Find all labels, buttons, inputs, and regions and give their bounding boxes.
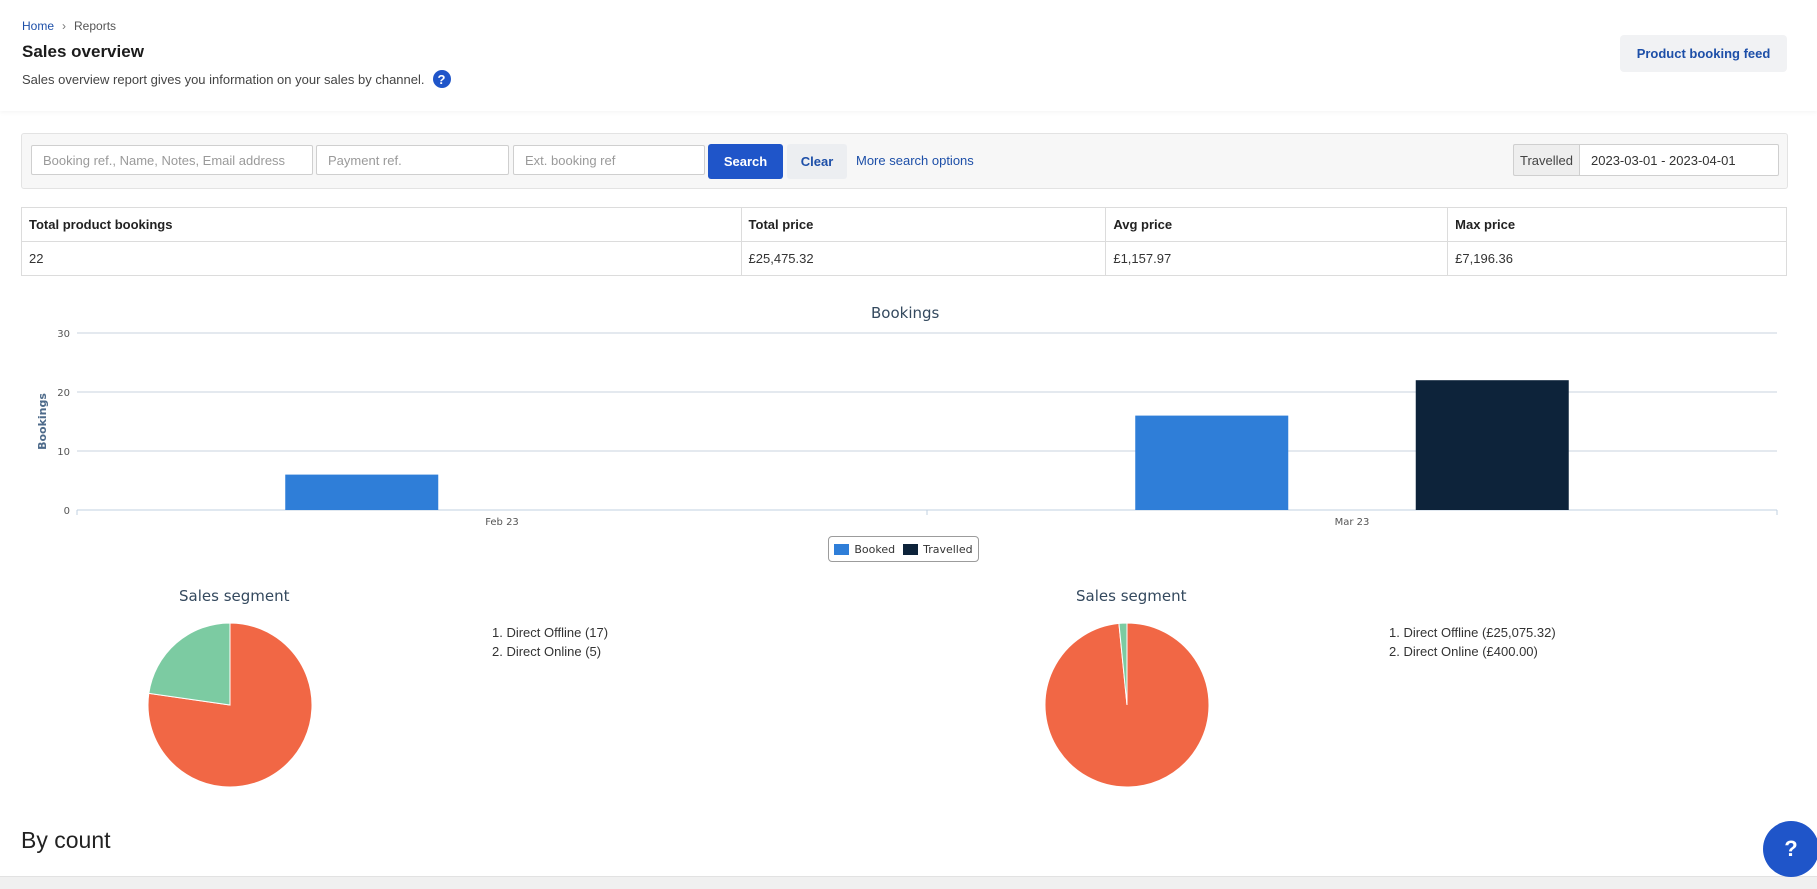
subtitle-text: Sales overview report gives you informat… xyxy=(22,71,425,87)
value-total-price: £25,475.32 xyxy=(740,241,1107,276)
header-total-price: Total price xyxy=(740,207,1107,242)
y-tick-label: 30 xyxy=(57,329,70,340)
legend-direct-online-value: 2. Direct Online (£400.00) xyxy=(1389,644,1538,659)
payment-ref-input[interactable] xyxy=(316,145,509,175)
summary-value-row: 22 £25,475.32 £1,157.97 £7,196.36 xyxy=(21,241,1787,276)
value-max-price: £7,196.36 xyxy=(1447,241,1787,276)
legend-direct-online-count: 2. Direct Online (5) xyxy=(492,644,602,659)
bar-travelled-mar-23 xyxy=(1415,380,1569,510)
header-total-bookings: Total product bookings xyxy=(21,207,742,242)
bar-booked-mar-23 xyxy=(1135,415,1289,510)
sales-segment-count-pie xyxy=(147,622,313,788)
pie-slice-direct-online-count xyxy=(148,622,231,706)
value-total-bookings: 22 xyxy=(21,241,742,276)
y-tick-label: 10 xyxy=(57,447,70,458)
page-header: Home › Reports Sales overview Sales over… xyxy=(0,0,1817,111)
date-filter: Travelled xyxy=(1513,144,1779,176)
sales-segment-value-pie xyxy=(1044,622,1210,788)
breadcrumb-current: Reports xyxy=(74,19,117,33)
page-title: Sales overview xyxy=(22,42,144,61)
value-avg-price: £1,157.97 xyxy=(1105,241,1449,276)
help-chat-button[interactable]: ? xyxy=(1763,821,1817,877)
booking-search-input[interactable] xyxy=(31,145,313,175)
legend-swatch-travelled xyxy=(903,543,919,555)
more-search-options-link[interactable]: More search options xyxy=(856,153,974,168)
y-tick-label: 0 xyxy=(64,506,70,517)
chart-legend: Booked Travelled xyxy=(828,536,979,562)
legend-item-booked[interactable]: Booked xyxy=(834,543,895,556)
y-axis-title: Bookings xyxy=(36,393,49,450)
header-avg-price: Avg price xyxy=(1105,207,1449,242)
chevron-right-icon: › xyxy=(62,19,67,33)
search-button[interactable]: Search xyxy=(708,144,783,179)
sales-segment-count-title: Sales segment xyxy=(179,587,290,605)
date-type-label[interactable]: Travelled xyxy=(1513,144,1579,176)
summary-header-row: Total product bookings Total price Avg p… xyxy=(21,207,1787,242)
breadcrumb: Home › Reports xyxy=(22,19,116,33)
legend-direct-offline-value: 1. Direct Offline (£25,075.32) xyxy=(1389,625,1556,640)
legend-label-travelled: Travelled xyxy=(923,542,973,556)
legend-item-travelled[interactable]: Travelled xyxy=(903,543,973,556)
page-subtitle: Sales overview report gives you informat… xyxy=(22,70,451,88)
date-range-input[interactable] xyxy=(1579,144,1779,176)
legend-swatch-booked xyxy=(834,543,850,555)
legend-direct-offline-count: 1. Direct Offline (17) xyxy=(492,625,609,640)
sales-segment-value-title: Sales segment xyxy=(1076,587,1187,605)
ext-booking-ref-input[interactable] xyxy=(513,145,705,175)
breadcrumb-home-link[interactable]: Home xyxy=(22,19,54,33)
y-tick-label: 20 xyxy=(57,388,70,399)
by-count-heading: By count xyxy=(21,827,111,853)
x-tick-label: Mar 23 xyxy=(1335,517,1370,528)
legend-label-booked: Booked xyxy=(854,542,896,556)
search-bar: Search Clear More search options Travell… xyxy=(21,133,1788,189)
horizontal-scrollbar[interactable] xyxy=(0,876,1817,889)
x-tick-label: Feb 23 xyxy=(485,517,519,528)
header-max-price: Max price xyxy=(1447,207,1787,242)
clear-button[interactable]: Clear xyxy=(787,144,847,179)
sales-segment-value-legend: 1. Direct Offline (£25,075.32) 2. Direct… xyxy=(1389,623,1556,661)
product-booking-feed-button[interactable]: Product booking feed xyxy=(1620,35,1787,72)
summary-table: Total product bookings Total price Avg p… xyxy=(21,207,1787,276)
bookings-bar-chart: 0 10 20 30 Bookings Feb 23 Mar 23 xyxy=(36,329,1778,528)
sales-segment-count-legend: 1. Direct Offline (17) 2. Direct Online … xyxy=(492,623,608,661)
bar-booked-feb-23 xyxy=(285,474,439,510)
help-icon[interactable]: ? xyxy=(432,70,451,88)
